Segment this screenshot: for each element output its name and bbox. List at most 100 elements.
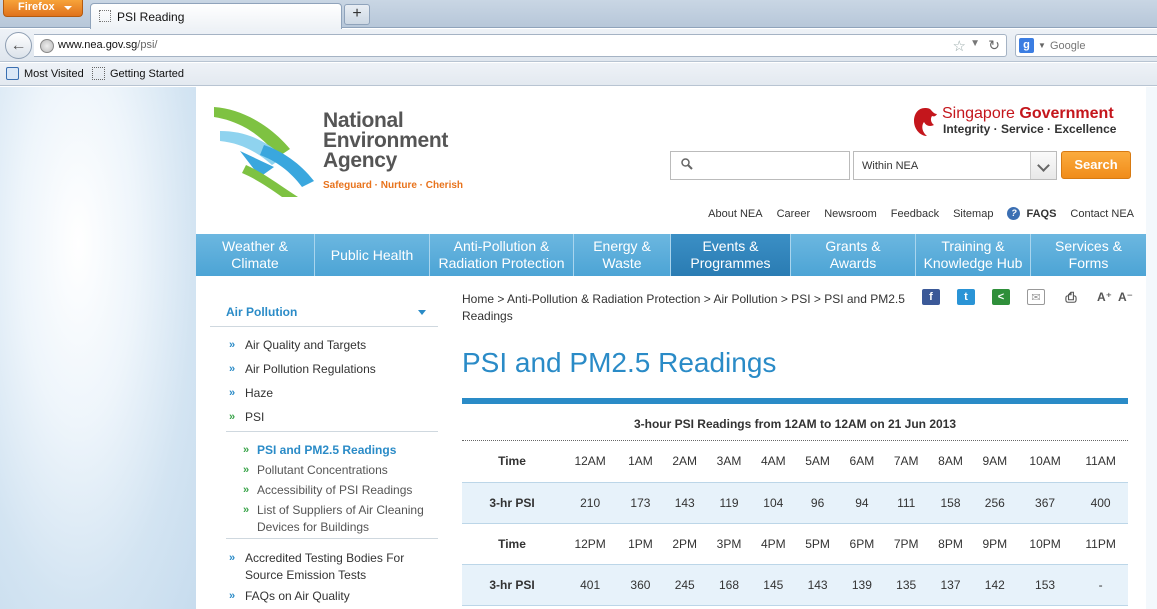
nav-training-knowledge-hub[interactable]: Training & Knowledge Hub xyxy=(916,234,1031,276)
link-about-nea[interactable]: About NEA xyxy=(708,208,762,220)
agency-name-line: Agency xyxy=(323,149,398,172)
sidebar-heading[interactable]: Air Pollution xyxy=(210,295,438,327)
agency-name[interactable]: National Environment Agency xyxy=(323,110,448,172)
chevron-right-icon: » xyxy=(229,339,236,351)
nav-public-health[interactable]: Public Health xyxy=(315,234,430,276)
chevron-down-icon xyxy=(64,6,72,10)
search-scope-select[interactable]: Within NEA xyxy=(853,151,1057,180)
sidebar-subitem-accessibility[interactable]: » Accessibility of PSI Readings xyxy=(210,482,438,502)
psi-value-cell: 210 xyxy=(562,481,619,524)
psi-value-cell: 94 xyxy=(839,481,885,524)
print-icon[interactable]: ⎙ xyxy=(1062,289,1080,305)
hour-cell: 11AM xyxy=(1085,454,1116,469)
hour-cell: 6PM xyxy=(849,536,875,551)
hour-cell: 10AM xyxy=(1029,454,1061,469)
bookmark-most-visited[interactable]: Most Visited xyxy=(6,67,84,80)
twitter-icon[interactable]: t xyxy=(957,289,975,305)
sidebar-item-faqs[interactable]: » FAQs on Air Quality xyxy=(210,588,438,608)
table-row-psi-am: 3-hr PSI 210 173 143 119 104 96 94 111 158 256 367… xyxy=(462,481,1128,524)
link-sitemap[interactable]: Sitemap xyxy=(953,208,993,220)
table-row-time-am: Time 12AM 1AM 2AM 3AM 4AM 5AM 6AM 7AM 8AM 9AM 10AM… xyxy=(462,441,1128,482)
nav-events-programmes[interactable]: Events & Programmes xyxy=(671,234,791,276)
sidebar-subitem-psi-pm25[interactable]: » PSI and PM2.5 Readings xyxy=(210,442,438,462)
hour-cell: 3PM xyxy=(716,536,742,551)
chevron-right-icon: » xyxy=(243,484,250,496)
nav-weather-climate[interactable]: Weather & Climate xyxy=(196,234,315,276)
breadcrumb[interactable]: Home > Anti-Pollution & Radiation Protec… xyxy=(462,291,912,325)
link-feedback[interactable]: Feedback xyxy=(891,208,939,220)
sidebar-item-haze[interactable]: » Haze xyxy=(210,385,438,409)
sidebar: Air Pollution » Air Quality and Targets »… xyxy=(210,295,438,608)
nav-label-line: Services & xyxy=(1055,238,1122,254)
sg-word: Singapore xyxy=(942,105,1015,122)
nav-energy-waste[interactable]: Energy & Waste xyxy=(574,234,671,276)
sidebar-item-accredited-testing[interactable]: » Accredited Testing Bodies For Source Emi… xyxy=(210,550,438,588)
psi-value-cell: 96 xyxy=(795,481,840,524)
site-search-box[interactable] xyxy=(670,151,850,180)
sidebar-subitem-pollutant[interactable]: » Pollutant Concentrations xyxy=(210,462,438,482)
sidebar-heading-label: Air Pollution xyxy=(226,305,298,319)
row-header-psi: 3-hr PSI xyxy=(462,481,562,524)
nav-services-forms[interactable]: Services & Forms xyxy=(1031,234,1146,276)
page-title: PSI and PM2.5 Readings xyxy=(462,347,777,378)
email-icon[interactable]: ✉ xyxy=(1027,289,1045,305)
link-faqs[interactable]: FAQS xyxy=(1026,208,1056,220)
psi-value-cell: 367 xyxy=(1016,481,1074,524)
agency-tagline: Safeguard · Nurture · Cherish xyxy=(323,180,464,191)
share-icon[interactable]: < xyxy=(992,289,1010,305)
bookmark-getting-started[interactable]: Getting Started xyxy=(92,67,184,80)
psi-value-cell: 135 xyxy=(884,563,929,606)
browser-search-bar[interactable]: g ▼ Google xyxy=(1015,34,1157,57)
new-tab-button[interactable]: + xyxy=(344,4,370,25)
psi-value-cell: 143 xyxy=(662,481,707,524)
google-icon[interactable]: g xyxy=(1019,38,1034,53)
font-increase-icon[interactable]: A⁺ xyxy=(1097,289,1112,305)
sidebar-item-label: Haze xyxy=(245,386,274,400)
search-input[interactable] xyxy=(699,156,844,176)
nea-logo-icon[interactable] xyxy=(212,105,322,199)
bookmark-star-icon[interactable]: ☆ xyxy=(953,37,966,55)
back-button[interactable]: ← xyxy=(5,32,32,59)
font-decrease-icon[interactable]: A⁻ xyxy=(1118,289,1133,305)
page-icon xyxy=(92,67,105,80)
link-newsroom[interactable]: Newsroom xyxy=(824,208,877,220)
table-caption: 3-hour PSI Readings from 12AM to 12AM on… xyxy=(462,407,1128,441)
nav-label-line: Anti-Pollution & xyxy=(453,238,550,254)
browser-nav-bar: ← www.nea.gov.sg/psi/ ☆ ▼ ↻ g ▼ Google xyxy=(0,29,1157,62)
nav-anti-pollution[interactable]: Anti-Pollution & Radiation Protection xyxy=(430,234,574,276)
sidebar-item-regulations[interactable]: » Air Pollution Regulations xyxy=(210,361,438,385)
psi-value-cell: 137 xyxy=(928,563,973,606)
url-dropdown-icon[interactable]: ▼ xyxy=(970,38,980,49)
psi-value-cell: 401 xyxy=(562,563,619,606)
sidebar-subitem-label: List of Suppliers of Air Cleaning xyxy=(257,503,424,517)
sidebar-subitem-suppliers[interactable]: » List of Suppliers of Air Cleaning Device… xyxy=(210,502,438,536)
sidebar-item-psi[interactable]: » PSI xyxy=(210,409,438,431)
facebook-icon[interactable]: f xyxy=(922,289,940,305)
link-contact-nea[interactable]: Contact NEA xyxy=(1070,208,1134,220)
reload-icon[interactable]: ↻ xyxy=(988,37,1000,54)
nav-grants-awards[interactable]: Grants & Awards xyxy=(791,234,916,276)
chevron-right-icon: » xyxy=(229,552,236,564)
firefox-menu-button[interactable]: Firefox xyxy=(3,0,83,17)
url-host: www.nea.gov.sg xyxy=(58,39,138,51)
url-bar[interactable]: www.nea.gov.sg/psi/ ☆ ▼ ↻ xyxy=(34,34,1007,57)
psi-value-cell: 400 xyxy=(1073,481,1128,524)
link-career[interactable]: Career xyxy=(777,208,811,220)
hour-cell: 6AM xyxy=(849,454,875,469)
nav-label-line: Grants & xyxy=(825,238,881,254)
firefox-menu-label: Firefox xyxy=(18,1,55,13)
hour-cell: 4PM xyxy=(760,536,786,551)
psi-readings-table: 3-hour PSI Readings from 12AM to 12AM on… xyxy=(462,407,1128,606)
page-favicon-icon xyxy=(99,10,111,22)
question-icon[interactable]: ? xyxy=(1007,207,1021,220)
search-button[interactable]: Search xyxy=(1061,151,1131,179)
utility-links: About NEA Career Newsroom Feedback Sitem… xyxy=(694,207,1134,220)
sidebar-item-label: Air Pollution Regulations xyxy=(245,362,376,376)
chevron-down-icon[interactable] xyxy=(1030,152,1056,179)
tab-psi-reading[interactable]: PSI Reading xyxy=(90,3,342,29)
search-icon xyxy=(681,158,693,170)
psi-value-cell: 111 xyxy=(884,481,929,524)
sidebar-item-air-quality[interactable]: » Air Quality and Targets xyxy=(210,337,438,361)
hour-cell: 4AM xyxy=(760,454,786,469)
singapore-lion-icon xyxy=(914,108,937,136)
